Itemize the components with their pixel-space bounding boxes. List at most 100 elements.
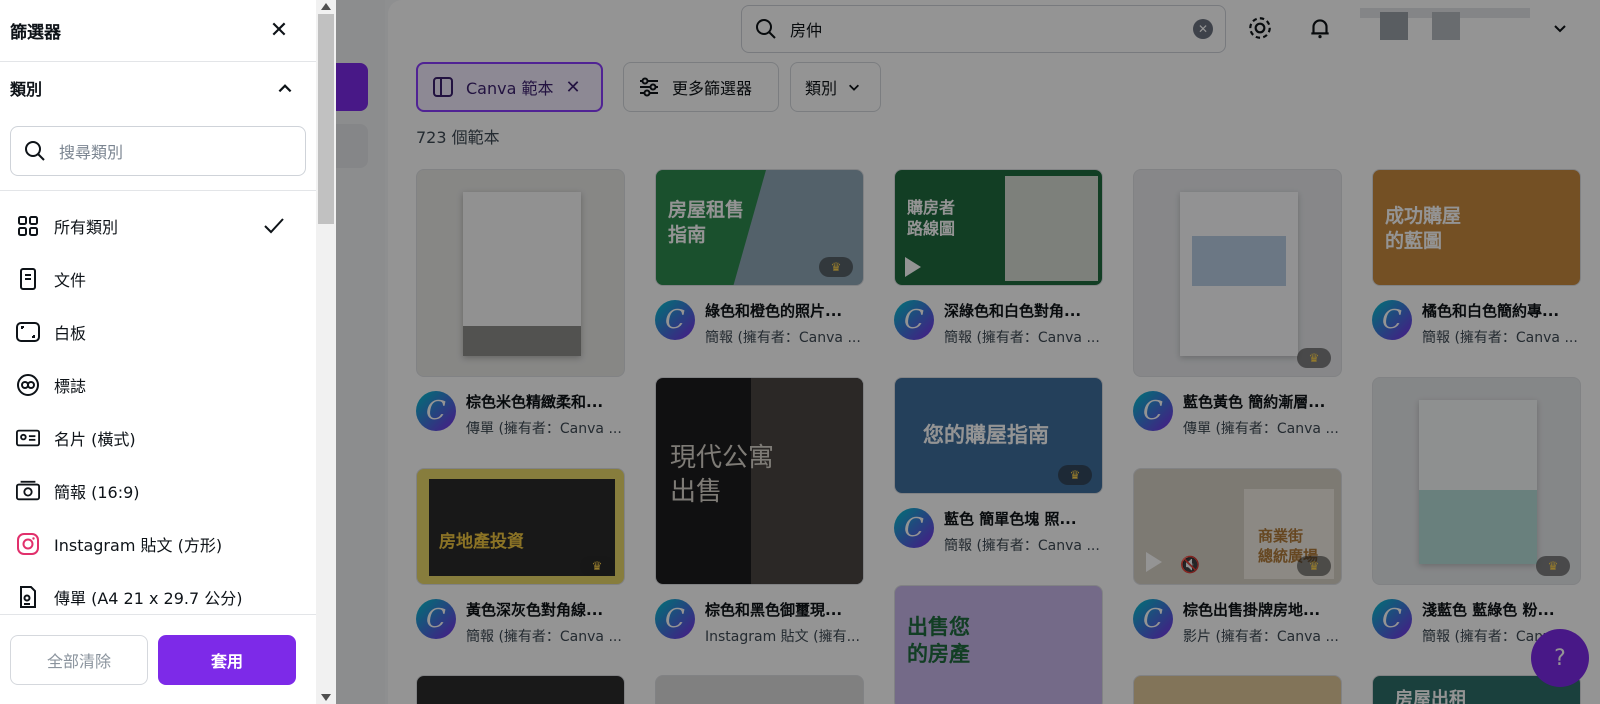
canva-logo-icon: C bbox=[1133, 391, 1173, 431]
close-icon[interactable]: ✕ bbox=[264, 16, 294, 46]
thumb-text: 房屋租售 指南 bbox=[668, 199, 745, 246]
sliders-icon bbox=[640, 77, 658, 97]
panel-scrollbar[interactable] bbox=[316, 0, 336, 704]
checkmark-icon bbox=[264, 217, 284, 233]
template-card[interactable]: 商業街 總統廣場 🔇 ♛ C 棕色出售掛牌房地... 影片 (擁有者：Canva … bbox=[1133, 468, 1342, 646]
chevron-down-icon bbox=[849, 84, 860, 91]
template-thumbnail[interactable] bbox=[655, 675, 864, 704]
mute-icon[interactable]: 🔇 bbox=[1180, 555, 1200, 574]
card-title: 綠色和橙色的照片... bbox=[705, 302, 843, 320]
template-thumbnail[interactable]: 現代公寓 出售 bbox=[655, 377, 864, 585]
divider bbox=[0, 190, 316, 191]
template-card[interactable]: 房屋租售 指南 ♛ C 綠色和橙色的照片... 簡報 (擁有者：Canva ... bbox=[655, 169, 864, 347]
search-bar[interactable]: 房仲 ✕ bbox=[741, 5, 1226, 53]
chevron-down-icon[interactable] bbox=[1544, 12, 1576, 44]
category-search-field[interactable]: 搜尋類別 bbox=[10, 126, 306, 176]
thumb-text: 出售您 的房產 bbox=[907, 615, 970, 667]
search-input[interactable]: 房仲 bbox=[790, 17, 1193, 41]
category-option-presentation[interactable]: 簡報 (16:9) bbox=[0, 464, 316, 517]
play-icon[interactable] bbox=[905, 257, 921, 277]
card-title: 淺藍色 藍綠色 粉... bbox=[1422, 601, 1555, 619]
logo-icon bbox=[16, 373, 40, 397]
template-thumbnail[interactable]: ♛ bbox=[1372, 377, 1581, 585]
template-card[interactable]: ♛ C 藍色黃色 簡約漸層... 傳單 (擁有者：Canva ... bbox=[1133, 169, 1342, 438]
canva-logo-icon: C bbox=[1133, 599, 1173, 639]
template-icon bbox=[433, 77, 453, 97]
card-title: 棕色米色精緻柔和... bbox=[466, 393, 604, 411]
template-thumbnail[interactable]: 房屋租售 指南 ♛ bbox=[655, 169, 864, 286]
template-thumbnail[interactable]: 您的購屋指南 ♛ bbox=[894, 377, 1103, 494]
template-thumbnail[interactable]: 商業街 總統廣場 🔇 ♛ bbox=[1133, 468, 1342, 585]
template-thumbnail[interactable]: 房地產投資 ♛ bbox=[416, 468, 625, 585]
clear-search-icon[interactable]: ✕ bbox=[1193, 19, 1213, 39]
card-subtitle: 簡報 (擁有者：Canva ... bbox=[944, 330, 1100, 346]
card-subtitle: 簡報 (擁有者：Canva ... bbox=[1422, 330, 1578, 346]
card-title: 深綠色和白色對角... bbox=[944, 302, 1082, 320]
category-option-label: 名片 (橫式) bbox=[54, 429, 136, 449]
chip-canva-templates[interactable]: Canva 範本 ✕ bbox=[416, 62, 603, 112]
clear-all-button[interactable]: 全部清除 bbox=[10, 634, 148, 685]
category-option-label: 簡報 (16:9) bbox=[54, 482, 140, 502]
help-button[interactable]: ? bbox=[1531, 629, 1589, 687]
category-option-label: 白板 bbox=[54, 323, 87, 343]
thumb-text: 房屋出租 bbox=[1395, 689, 1467, 704]
category-option-instagram[interactable]: Instagram 貼文 (方形) bbox=[0, 517, 316, 570]
template-card[interactable]: 您的購屋指南 ♛ C 藍色 簡單色塊 照... 簡報 (擁有者：Canva ... bbox=[894, 377, 1103, 555]
canva-logo-icon: C bbox=[1372, 599, 1412, 639]
scroll-down-arrow-icon[interactable] bbox=[321, 694, 331, 701]
remove-chip-icon[interactable]: ✕ bbox=[565, 77, 580, 98]
template-thumbnail[interactable]: 出售您 的房產 bbox=[894, 585, 1103, 704]
template-card[interactable]: 購房者 路線圖 C 深綠色和白色對角... 簡報 (擁有者：Canva ... bbox=[894, 169, 1103, 347]
business-card-icon bbox=[16, 426, 40, 450]
template-thumbnail[interactable]: 成功購屋 的藍圖 bbox=[1372, 169, 1581, 286]
template-card[interactable] bbox=[416, 675, 625, 704]
thumb-text: 房地產投資 bbox=[439, 532, 524, 552]
template-thumbnail[interactable]: ♛ bbox=[1133, 169, 1342, 377]
template-thumbnail[interactable] bbox=[416, 169, 625, 377]
category-option-label: 傳單 (A4 21 x 29.7 公分) bbox=[54, 588, 243, 608]
thumb-text: 您的購屋指南 bbox=[923, 423, 1049, 447]
play-icon[interactable] bbox=[1146, 552, 1162, 572]
avatar[interactable] bbox=[1380, 12, 1408, 40]
bell-icon[interactable] bbox=[1304, 12, 1336, 44]
category-option-business-card[interactable]: 名片 (橫式) bbox=[0, 411, 316, 464]
template-card[interactable]: 出售您 的房產 bbox=[894, 585, 1103, 704]
instagram-icon bbox=[16, 532, 40, 556]
template-card[interactable]: 成功購屋 的藍圖 C 橘色和白色簡約專... 簡報 (擁有者：Canva ... bbox=[1372, 169, 1581, 347]
canva-logo-icon: C bbox=[655, 599, 695, 639]
card-subtitle: 簡報 (擁有者：Canva ... bbox=[466, 629, 622, 645]
template-card[interactable]: 現代公寓 出售 C 棕色和黑色御璽現... Instagram 貼文 (擁有... bbox=[655, 377, 864, 646]
canva-logo-icon: C bbox=[416, 599, 456, 639]
apply-button[interactable]: 套用 bbox=[158, 634, 296, 685]
team-avatar[interactable] bbox=[1432, 12, 1460, 40]
canva-logo-icon: C bbox=[416, 391, 456, 431]
card-subtitle: 簡報 (擁有者：Canva ... bbox=[705, 330, 861, 346]
category-search-input[interactable]: 搜尋類別 bbox=[59, 139, 123, 163]
template-card[interactable]: C 棕色米色精緻柔和... 傳單 (擁有者：Canva ... bbox=[416, 169, 625, 438]
chevron-up-icon[interactable] bbox=[276, 79, 294, 97]
template-thumbnail[interactable] bbox=[416, 675, 625, 704]
scroll-thumb[interactable] bbox=[318, 14, 334, 224]
filter-panel: 篩選器 ✕ 類別 搜尋類別 所有類別 文件 白板 標誌 名片 (橫式) 簡報 (… bbox=[0, 0, 316, 704]
template-thumbnail[interactable]: 購房者 路線圖 bbox=[894, 169, 1103, 286]
category-dropdown[interactable]: 類別 bbox=[790, 62, 881, 112]
gear-icon[interactable] bbox=[1244, 12, 1276, 44]
template-card[interactable]: 房地產投資 ♛ C 黃色深灰色對角線... 簡報 (擁有者：Canva ... bbox=[416, 468, 625, 646]
template-card[interactable]: ♛ C 淺藍色 藍綠色 粉... 簡報 (擁有者：Canva ... bbox=[1372, 377, 1581, 646]
card-title: 藍色 簡單色塊 照... bbox=[944, 510, 1077, 528]
category-option-document[interactable]: 文件 bbox=[0, 252, 316, 305]
more-filters-button[interactable]: 更多篩選器 bbox=[623, 62, 779, 112]
category-section-header[interactable]: 類別 bbox=[0, 62, 316, 114]
crown-icon: ♛ bbox=[580, 556, 614, 576]
category-option-whiteboard[interactable]: 白板 bbox=[0, 305, 316, 358]
scroll-up-arrow-icon[interactable] bbox=[321, 3, 331, 10]
category-option-logo[interactable]: 標誌 bbox=[0, 358, 316, 411]
category-option-label: Instagram 貼文 (方形) bbox=[54, 535, 223, 555]
template-thumbnail[interactable] bbox=[1133, 675, 1342, 704]
canva-logo-icon: C bbox=[1372, 300, 1412, 340]
card-title: 棕色出售掛牌房地... bbox=[1183, 601, 1321, 619]
template-card[interactable] bbox=[655, 675, 864, 704]
category-option-all[interactable]: 所有類別 bbox=[0, 199, 316, 252]
template-card[interactable] bbox=[1133, 675, 1342, 704]
category-section-label: 類別 bbox=[10, 80, 43, 99]
